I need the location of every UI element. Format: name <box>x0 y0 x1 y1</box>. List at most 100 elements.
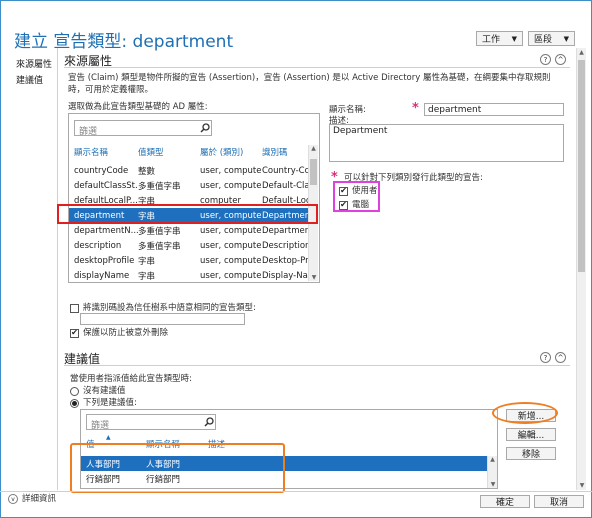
cancel-button[interactable]: 取消 <box>534 495 584 508</box>
search-icon[interactable] <box>198 120 212 136</box>
radio-no-suggested[interactable]: 沒有建議值 <box>70 385 126 397</box>
cell-name: defaultClassSt... <box>74 180 138 191</box>
cell-class: user, computer <box>200 165 262 176</box>
chevron-down-icon: ▼ <box>511 34 517 43</box>
nav-divider <box>57 48 58 490</box>
tasks-dropdown[interactable]: 工作 ▼ <box>476 31 523 46</box>
radio-circle <box>70 398 79 408</box>
tasks-label: 工作 <box>482 35 501 45</box>
column-header-identifier[interactable]: 識別碼 <box>262 146 288 158</box>
more-info-label: 詳細資訊 <box>22 494 57 504</box>
scroll-down-icon[interactable]: ▼ <box>488 481 498 488</box>
cell-type: 多重值字串 <box>138 226 181 237</box>
cell-type: 整數 <box>138 166 156 177</box>
table-row[interactable]: countryCode 整數 user, computer Country-Co… <box>69 163 308 178</box>
expand-icon: v <box>8 494 18 504</box>
cell-class: user, computer <box>200 225 262 236</box>
cell-name: desktopProfile <box>74 255 135 266</box>
cell-name: countryCode <box>74 165 129 176</box>
scrollbar-thumb[interactable] <box>578 60 585 272</box>
description-input[interactable]: Department <box>329 124 564 162</box>
protect-deletion-checkbox[interactable]: ✔ 保護以防止被意外刪除 <box>70 327 168 339</box>
attribute-search-input[interactable]: 篩選 <box>74 120 212 137</box>
edit-button[interactable]: 編輯... <box>506 428 556 441</box>
trust-identifier-input[interactable] <box>80 313 245 325</box>
radio-following-label: 下列是建議值: <box>83 398 137 408</box>
main-scrollbar[interactable]: ▲ ▼ <box>576 48 586 490</box>
remove-button[interactable]: 移除 <box>506 447 556 460</box>
suggested-list-scrollbar[interactable]: ▲ ▼ <box>487 456 497 488</box>
scroll-up-icon[interactable]: ▲ <box>309 145 318 152</box>
scroll-down-icon[interactable]: ▼ <box>309 274 319 281</box>
column-header-value-type[interactable]: 值類型 <box>138 146 164 158</box>
footer-divider <box>0 491 592 492</box>
scroll-up-icon[interactable]: ▲ <box>488 456 497 463</box>
cell-name: displayName <box>74 270 130 281</box>
checkmark-icon: ✔ <box>70 328 79 338</box>
display-name-input[interactable]: department <box>424 103 564 116</box>
checkmark-icon: ✔ <box>339 186 348 196</box>
scroll-up-icon[interactable]: ▲ <box>577 49 586 56</box>
table-row[interactable]: defaultClassSt... 多重值字串 user, computer D… <box>69 178 308 193</box>
table-row[interactable]: desktopProfile 字串 user, computer Desktop… <box>69 253 308 268</box>
collapse-icon[interactable]: ^ <box>555 54 566 65</box>
cell-class: user, computer <box>200 270 262 281</box>
table-row[interactable]: description 多重值字串 user, computer Descrip… <box>69 238 308 253</box>
sort-ascending-icon: ▲ <box>106 434 111 441</box>
checkmark-icon: ✔ <box>339 200 348 210</box>
search-placeholder: 篩選 <box>79 127 98 137</box>
help-icon[interactable]: ? <box>540 54 551 65</box>
protect-checkbox-label: 保護以防止被意外刪除 <box>83 328 169 338</box>
cell-id: Default-Class <box>262 180 308 191</box>
cell-type: 字串 <box>138 271 156 282</box>
suggested-prompt: 當使用者指派值給此宣告類型時: <box>70 374 192 384</box>
user-class-checkbox[interactable]: ✔ 使用者 <box>339 185 378 197</box>
cell-name: departmentN... <box>74 225 138 236</box>
table-row[interactable]: departmentN... 多重值字串 user, computer Depa… <box>69 223 308 238</box>
chevron-down-icon: ▼ <box>563 34 569 43</box>
cell-type: 多重值字串 <box>138 241 181 252</box>
column-header-display-name[interactable]: 顯示名稱 <box>74 146 108 158</box>
computer-class-checkbox[interactable]: ✔ 電腦 <box>339 199 369 211</box>
cell-id: Department-N <box>262 225 308 236</box>
nav-item-suggested-values[interactable]: 建議值 <box>16 73 43 86</box>
ok-button[interactable]: 確定 <box>480 495 530 508</box>
cell-type: 字串 <box>138 256 156 267</box>
more-info-toggle[interactable]: v 詳細資訊 <box>8 493 56 505</box>
search-placeholder: 篩選 <box>91 421 110 431</box>
sections-dropdown[interactable]: 區段 ▼ <box>528 31 575 46</box>
cell-id: Desktop-Profi <box>262 255 308 266</box>
search-icon[interactable] <box>202 414 216 430</box>
cell-name: description <box>74 240 122 251</box>
sections-label: 區段 <box>534 35 553 45</box>
page-title: 建立 宣告類型: department <box>14 32 234 52</box>
checkbox-box <box>70 303 79 313</box>
source-description: 宣告 (Claim) 類型是物件所擬的宣告 (Assertion)，宣告 (As… <box>68 73 551 95</box>
computer-class-label: 電腦 <box>352 200 370 210</box>
user-class-label: 使用者 <box>352 186 378 196</box>
cell-id: Description <box>262 240 308 251</box>
scroll-down-icon[interactable]: ▼ <box>577 482 587 489</box>
radio-circle <box>70 386 79 396</box>
cell-class: user, computer <box>200 255 262 266</box>
cell-id: Display-Name <box>262 270 308 281</box>
scrollbar-thumb[interactable] <box>310 159 317 185</box>
column-header-class[interactable]: 屬於 (類別) <box>200 146 243 158</box>
suggested-search-input[interactable]: 篩選 <box>86 414 216 431</box>
nav-item-source-attribute[interactable]: 來源屬性 <box>16 57 52 70</box>
cell-id: Country-Code <box>262 165 308 176</box>
collapse-icon[interactable]: ^ <box>555 352 566 363</box>
radio-none-label: 沒有建議值 <box>83 386 126 396</box>
section-divider <box>64 365 570 366</box>
highlight-add-button <box>492 402 558 424</box>
cell-class: user, computer <box>200 180 262 191</box>
highlight-selected-attribute <box>57 204 318 224</box>
table-row[interactable]: displayName 字串 user, computer Display-Na… <box>69 268 308 282</box>
help-icon[interactable]: ? <box>540 352 551 363</box>
select-attribute-label: 選取做為此宣告類型基礎的 AD 屬性: <box>68 102 208 112</box>
cell-class: user, computer <box>200 240 262 251</box>
cell-type: 多重值字串 <box>138 181 181 192</box>
radio-following-suggested[interactable]: 下列是建議值: <box>70 397 137 409</box>
section-divider <box>64 67 570 68</box>
required-icon: * <box>412 101 419 116</box>
